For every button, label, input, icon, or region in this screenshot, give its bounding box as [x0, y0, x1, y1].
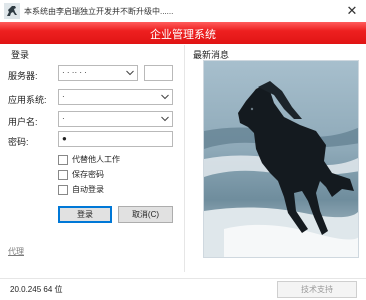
tech-support-button[interactable]: 技术支持	[277, 281, 357, 298]
password-input[interactable]: ●	[58, 131, 173, 147]
app-system-combobox[interactable]: ·	[58, 89, 173, 105]
app-system-value: ·	[62, 92, 65, 101]
username-combobox[interactable]: ·	[58, 111, 173, 127]
login-section-label: 登录	[11, 50, 30, 60]
password-label: 密码:	[8, 137, 29, 147]
option-substitute-work[interactable]: 代替他人工作	[58, 154, 120, 165]
chevron-down-icon[interactable]	[160, 91, 170, 103]
news-image	[203, 60, 359, 258]
window-close-button[interactable]: ✕	[344, 3, 360, 19]
server-value: · · ·· · ·	[62, 68, 87, 77]
version-text: 20.0.245 64 位	[10, 285, 63, 294]
cancel-button[interactable]: 取消(C)	[118, 206, 173, 223]
auto-login-label: 自动登录	[72, 185, 104, 194]
banner-title: 企业管理系统	[150, 29, 216, 41]
option-auto-login[interactable]: 自动登录	[58, 184, 104, 195]
option-save-password[interactable]: 保存密码	[58, 169, 104, 180]
chevron-down-icon[interactable]	[160, 113, 170, 125]
app-system-label: 应用系统:	[8, 95, 47, 105]
app-horse-icon	[4, 3, 20, 19]
proxy-link[interactable]: 代理	[8, 246, 24, 257]
substitute-work-checkbox[interactable]	[58, 154, 68, 165]
status-bar: 20.0.245 64 位 技术支持	[0, 278, 366, 300]
title-bar: 本系统由李启瑞独立开发并不断升级中...... ✕	[0, 0, 366, 22]
login-button[interactable]: 登录	[58, 206, 112, 223]
substitute-work-label: 代替他人工作	[72, 155, 120, 164]
chevron-down-icon[interactable]	[125, 67, 135, 79]
server-combobox[interactable]: · · ·· · ·	[58, 65, 138, 81]
horse-on-beach-image	[204, 61, 358, 257]
save-password-label: 保存密码	[72, 170, 104, 179]
username-label: 用户名:	[8, 117, 38, 127]
password-value: ●	[62, 134, 67, 143]
username-value: ·	[62, 114, 65, 123]
server-port-input[interactable]	[144, 65, 173, 81]
server-label: 服务器:	[8, 71, 38, 81]
auto-login-checkbox[interactable]	[58, 184, 68, 195]
banner: 企业管理系统	[0, 22, 366, 44]
save-password-checkbox[interactable]	[58, 169, 68, 180]
window-title: 本系统由李启瑞独立开发并不断升级中......	[24, 6, 174, 16]
